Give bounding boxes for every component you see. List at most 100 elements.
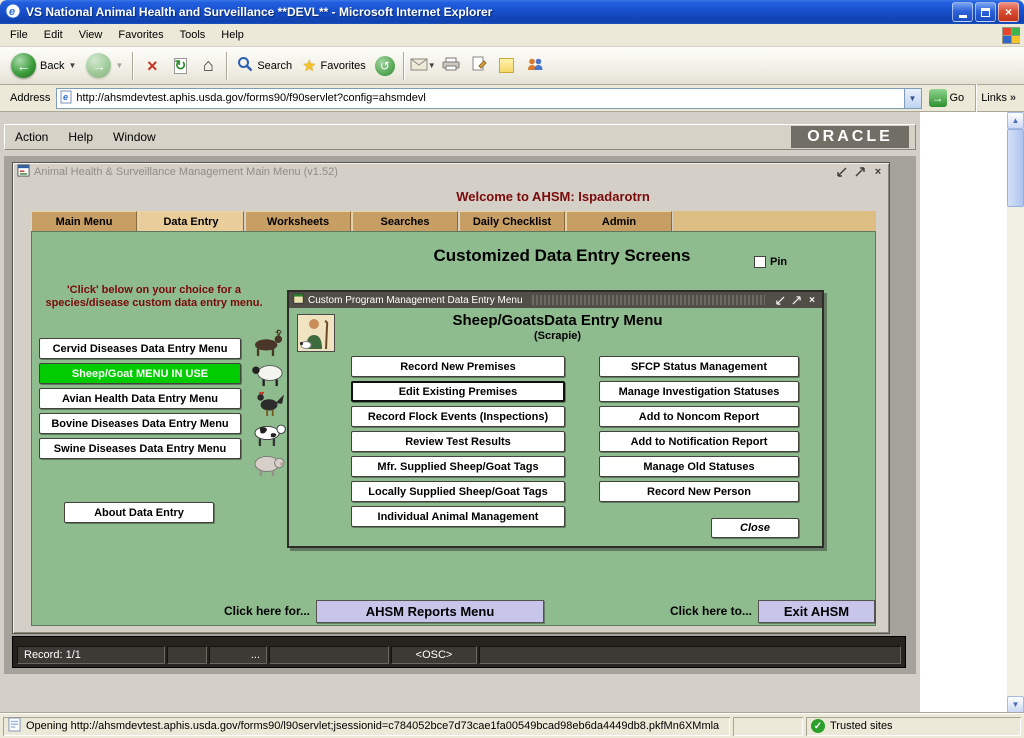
stop-icon: ×	[147, 57, 158, 75]
go-button[interactable]: → Go	[922, 89, 972, 107]
record-new-premises-button[interactable]: Record New Premises	[351, 356, 565, 377]
messenger-icon	[526, 57, 544, 74]
close-button[interactable]: ×	[998, 2, 1019, 22]
about-data-entry-button[interactable]: About Data Entry	[64, 502, 214, 523]
animal-icon-strip	[246, 328, 292, 478]
svg-text:e: e	[9, 6, 15, 18]
close-dialog-button[interactable]: Close	[711, 518, 799, 538]
messenger-button[interactable]	[521, 51, 549, 81]
refresh-button[interactable]: ↻	[166, 51, 194, 81]
tab-bar: Main Menu Data Entry Worksheets Searches…	[31, 211, 876, 231]
menu-file[interactable]: File	[2, 24, 36, 46]
minimize-button[interactable]	[952, 2, 973, 22]
vertical-scrollbar[interactable]: ▲ ▼	[1007, 112, 1024, 713]
menu-view[interactable]: View	[71, 24, 111, 46]
sfcp-status-management-button[interactable]: SFCP Status Management	[599, 356, 799, 377]
locally-supplied-tags-button[interactable]: Locally Supplied Sheep/Goat Tags	[351, 481, 565, 502]
history-button[interactable]: ↺	[371, 51, 399, 81]
review-test-results-button[interactable]: Review Test Results	[351, 431, 565, 452]
dialog-minimize-button[interactable]	[774, 295, 786, 306]
mdi-minimize-button[interactable]	[835, 166, 849, 179]
scrollbar-thumb[interactable]	[1007, 129, 1024, 207]
mfr-supplied-tags-button[interactable]: Mfr. Supplied Sheep/Goat Tags	[351, 456, 565, 477]
menu-edit[interactable]: Edit	[36, 24, 71, 46]
edit-button[interactable]	[465, 51, 493, 81]
favorites-label: Favorites	[321, 60, 366, 72]
forms-menu-window[interactable]: Window	[103, 130, 166, 144]
ahsm-reports-menu-button[interactable]: AHSM Reports Menu	[316, 600, 544, 623]
record-flock-events-button[interactable]: Record Flock Events (Inspections)	[351, 406, 565, 427]
status-spacer-cell	[733, 717, 803, 736]
tab-searches[interactable]: Searches	[352, 211, 458, 231]
swine-menu-button[interactable]: Swine Diseases Data Entry Menu	[39, 438, 241, 459]
dialog-right-column: SFCP Status Management Manage Investigat…	[599, 356, 799, 506]
scroll-down-button[interactable]: ▼	[1007, 696, 1024, 713]
cervid-menu-button[interactable]: Cervid Diseases Data Entry Menu	[39, 338, 241, 359]
sheep-goat-menu-button[interactable]: Sheep/Goat MENU IN USE	[39, 363, 241, 384]
back-button[interactable]: ← Back ▼	[6, 51, 81, 80]
tab-data-entry[interactable]: Data Entry	[138, 211, 244, 231]
tab-daily-checklist[interactable]: Daily Checklist	[459, 211, 565, 231]
toolbar-separator	[226, 52, 228, 80]
page-content: Action Help Window ORACLE Animal Health …	[0, 112, 1024, 713]
links-label: Links	[981, 92, 1007, 104]
address-input[interactable]: e http://ahsmdevtest.aphis.usda.gov/form…	[56, 88, 921, 109]
status-cell	[269, 646, 389, 664]
mdi-close-button[interactable]: ×	[871, 166, 885, 179]
stop-button[interactable]: ×	[138, 51, 166, 81]
home-button[interactable]: ⌂	[194, 51, 222, 81]
manage-old-statuses-button[interactable]: Manage Old Statuses	[599, 456, 799, 477]
forward-button[interactable]: → ▼	[81, 51, 128, 80]
print-button[interactable]	[437, 51, 465, 81]
scrollbar-track[interactable]	[1007, 129, 1024, 696]
mail-dropdown-icon[interactable]: ▼	[428, 61, 436, 70]
scroll-up-button[interactable]: ▲	[1007, 112, 1024, 129]
mail-button[interactable]: ▼	[409, 51, 437, 81]
cow-icon	[246, 418, 292, 448]
ie-app-icon: e	[5, 3, 21, 22]
tab-bar-filler	[673, 211, 876, 231]
forms-menu-help[interactable]: Help	[58, 130, 103, 144]
menu-help[interactable]: Help	[213, 24, 252, 46]
status-dots: ...	[209, 646, 267, 664]
minimize-icon	[959, 15, 967, 18]
mail-icon	[410, 58, 428, 74]
dialog-close-button[interactable]: ×	[806, 295, 818, 306]
mdi-window-title: Animal Health & Surveillance Management …	[34, 166, 831, 178]
exit-ahsm-button[interactable]: Exit AHSM	[758, 600, 875, 623]
forward-dropdown-icon[interactable]: ▼	[115, 61, 123, 70]
avian-menu-button[interactable]: Avian Health Data Entry Menu	[39, 388, 241, 409]
tab-main-menu[interactable]: Main Menu	[31, 211, 137, 231]
tab-worksheets[interactable]: Worksheets	[245, 211, 351, 231]
pin-checkbox[interactable]	[754, 256, 766, 268]
mdi-restore-button[interactable]	[853, 166, 867, 179]
tab-admin[interactable]: Admin	[566, 211, 672, 231]
links-button[interactable]: Links »	[981, 92, 1020, 104]
back-label: Back	[40, 60, 64, 72]
menu-tools[interactable]: Tools	[172, 24, 214, 46]
notes-button[interactable]	[493, 51, 521, 81]
sheep-icon	[246, 358, 292, 388]
address-dropdown[interactable]: ▼	[904, 89, 921, 108]
forms-menu-action[interactable]: Action	[5, 130, 58, 144]
add-to-noncom-report-button[interactable]: Add to Noncom Report	[599, 406, 799, 427]
favorites-button[interactable]: ★ Favorites	[297, 54, 371, 78]
print-icon	[442, 57, 460, 74]
exit-caption: Click here to...	[624, 604, 752, 618]
maximize-icon	[981, 8, 990, 17]
edit-existing-premises-button[interactable]: Edit Existing Premises	[351, 381, 565, 402]
add-to-notification-report-button[interactable]: Add to Notification Report	[599, 431, 799, 452]
record-new-person-button[interactable]: Record New Person	[599, 481, 799, 502]
menu-favorites[interactable]: Favorites	[110, 24, 171, 46]
individual-animal-management-button[interactable]: Individual Animal Management	[351, 506, 565, 527]
species-menu-list: Cervid Diseases Data Entry Menu Sheep/Go…	[39, 338, 241, 463]
search-button[interactable]: Search	[232, 54, 297, 77]
oracle-forms-applet: Action Help Window ORACLE Animal Health …	[0, 112, 920, 713]
back-dropdown-icon[interactable]: ▼	[68, 61, 76, 70]
trusted-sites-icon: ✓	[811, 719, 825, 733]
dialog-restore-button[interactable]	[790, 295, 802, 306]
manage-investigation-statuses-button[interactable]: Manage Investigation Statuses	[599, 381, 799, 402]
maximize-button[interactable]	[975, 2, 996, 22]
bovine-menu-button[interactable]: Bovine Diseases Data Entry Menu	[39, 413, 241, 434]
browser-toolbar: ← Back ▼ → ▼ × ↻ ⌂ Search ★ Favorites ↺	[0, 47, 1024, 85]
